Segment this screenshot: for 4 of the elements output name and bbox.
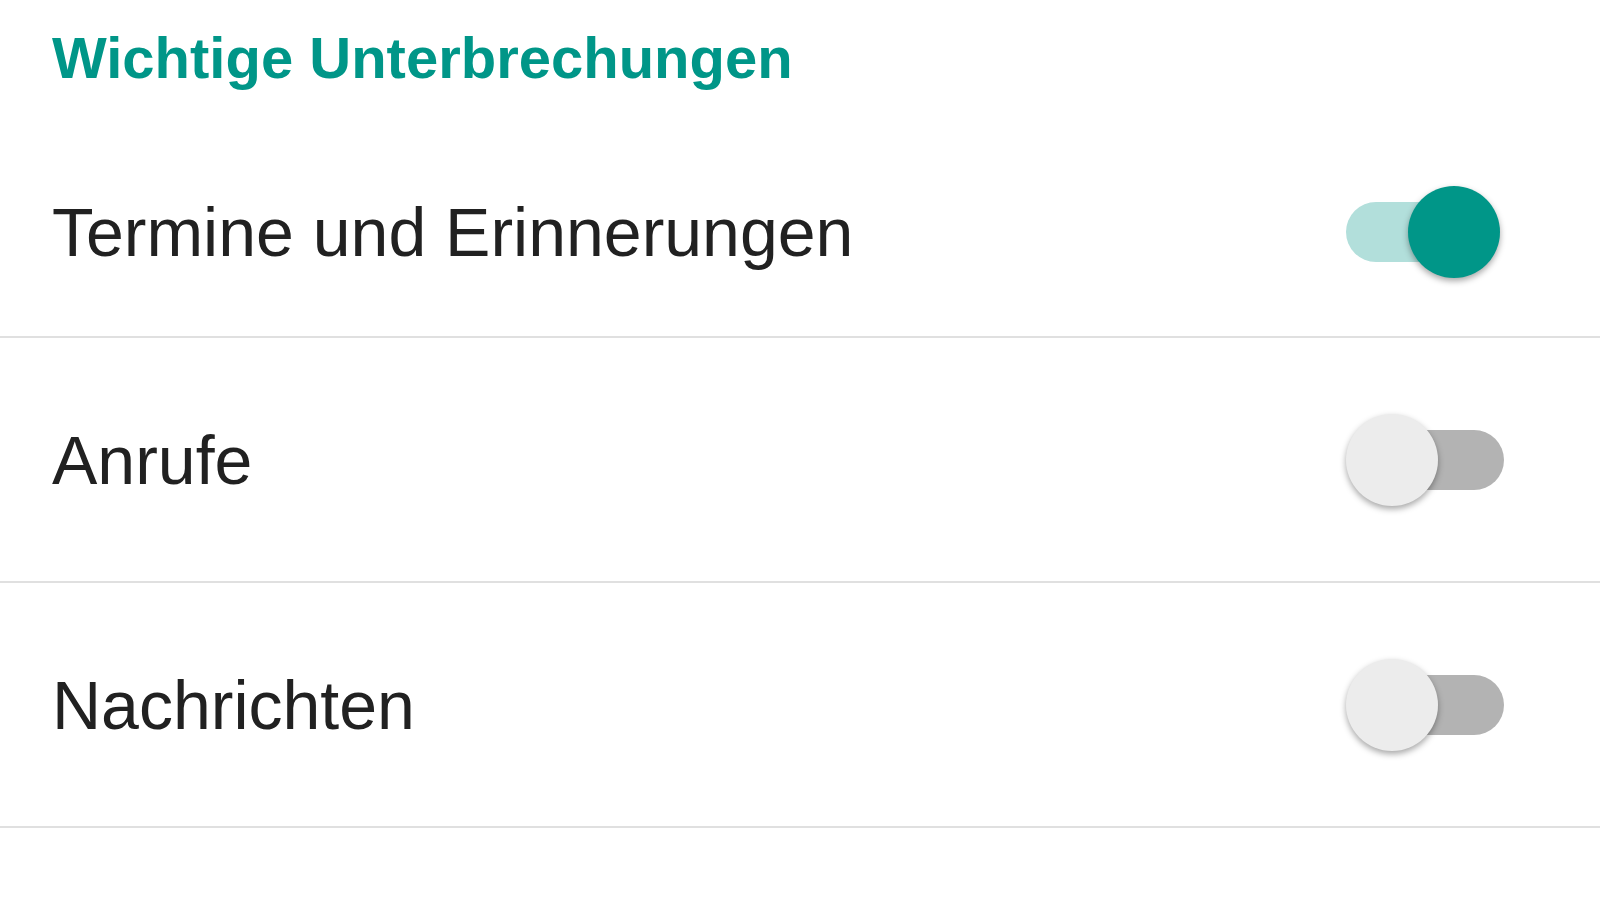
section-title: Wichtige Unterbrechungen [51,24,794,92]
setting-label: Nachrichten [52,665,415,744]
setting-label: Termine und Erinnerungen [52,193,854,271]
setting-label: Anrufe [52,420,253,499]
